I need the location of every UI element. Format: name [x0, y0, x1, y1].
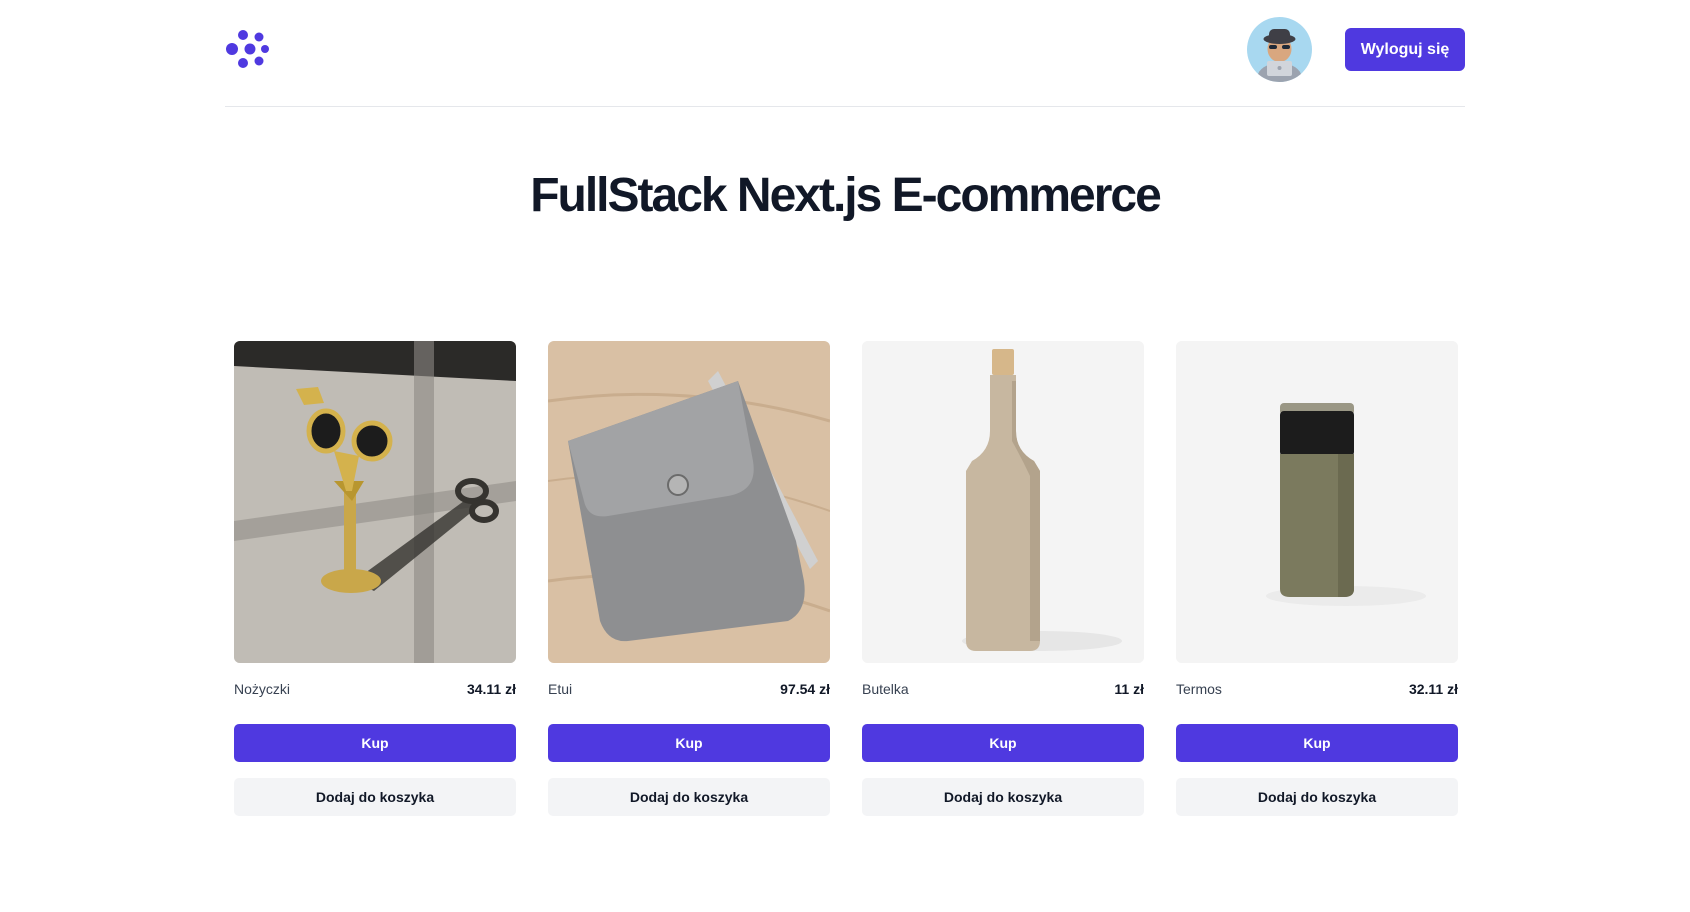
- page-title: FullStack Next.js E-commerce: [530, 169, 1162, 222]
- add-to-cart-button[interactable]: Dodaj do koszyka: [234, 778, 516, 816]
- add-to-cart-button[interactable]: Dodaj do koszyka: [548, 778, 830, 816]
- product-grid: Nożyczki 34.11 zł Kup Dodaj do koszyka E…: [234, 341, 1458, 821]
- buy-button[interactable]: Kup: [1176, 724, 1458, 762]
- logout-button[interactable]: Wyloguj się: [1345, 28, 1465, 71]
- product-card: Nożyczki 34.11 zł Kup Dodaj do koszyka: [234, 341, 516, 816]
- product-name: Termos: [1176, 681, 1222, 697]
- buy-button[interactable]: Kup: [862, 724, 1144, 762]
- product-info: Termos 32.11 zł: [1176, 679, 1458, 701]
- buy-button[interactable]: Kup: [234, 724, 516, 762]
- add-to-cart-button[interactable]: Dodaj do koszyka: [1176, 778, 1458, 816]
- brand-logo-icon[interactable]: [225, 27, 269, 71]
- product-price: 11 zł: [1114, 681, 1144, 697]
- thermos-image[interactable]: [1176, 341, 1458, 663]
- product-name: Butelka: [862, 681, 909, 697]
- add-to-cart-button[interactable]: Dodaj do koszyka: [862, 778, 1144, 816]
- product-name: Etui: [548, 681, 573, 697]
- product-info: Etui 97.54 zł: [548, 679, 830, 701]
- product-price: 97.54 zł: [780, 681, 830, 697]
- user-avatar[interactable]: [1247, 17, 1312, 82]
- scissors-image[interactable]: [234, 341, 516, 663]
- site-header: Wyloguj się: [225, 0, 1465, 107]
- product-name: Nożyczki: [234, 681, 291, 697]
- product-card: Etui 97.54 zł Kup Dodaj do koszyka: [548, 341, 830, 816]
- bottle-image[interactable]: [862, 341, 1144, 663]
- buy-button[interactable]: Kup: [548, 724, 830, 762]
- product-info: Nożyczki 34.11 zł: [234, 679, 516, 701]
- felt-pouch-image[interactable]: [548, 341, 830, 663]
- product-card: Butelka 11 zł Kup Dodaj do koszyka: [862, 341, 1144, 816]
- product-card: Termos 32.11 zł Kup Dodaj do koszyka: [1176, 341, 1458, 816]
- product-info: Butelka 11 zł: [862, 679, 1144, 701]
- product-price: 32.11 zł: [1408, 681, 1458, 697]
- product-price: 34.11 zł: [466, 681, 516, 697]
